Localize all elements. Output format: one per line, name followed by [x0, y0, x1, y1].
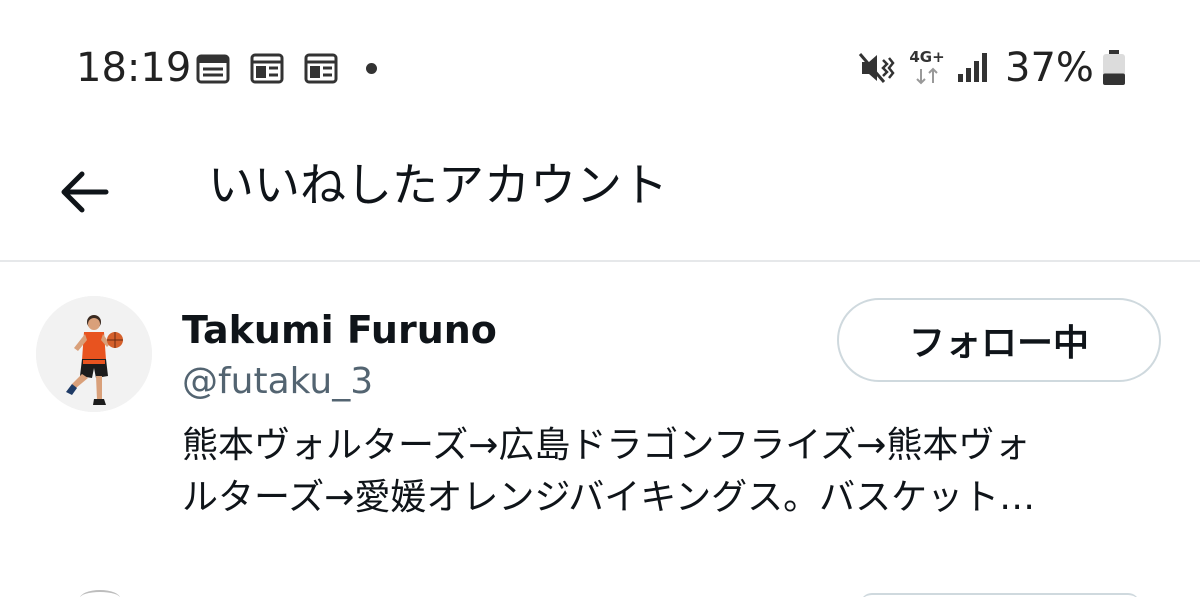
- network-type-label: 4G+: [909, 48, 945, 66]
- profile-bio: 熊本ヴォルターズ→広島ドラゴンフライズ→熊本ヴォ ルターズ→愛媛オレンジバイキン…: [182, 420, 1172, 524]
- network-type-indicator: 4G+: [908, 49, 946, 89]
- user-handle: @futaku_3: [182, 361, 374, 402]
- arrow-left-icon: [61, 171, 109, 213]
- status-time: 18:19: [76, 45, 192, 91]
- screen: 18:19 4G+ 37% いいねしたアカウント Takumi Furuno @…: [0, 0, 1200, 597]
- display-name[interactable]: Takumi Furuno: [182, 306, 497, 354]
- top-app-bar: いいねしたアカウント: [0, 130, 1200, 260]
- following-button[interactable]: フォロー中: [837, 298, 1161, 382]
- news-icon: [196, 54, 230, 84]
- page-title: いいねしたアカウント: [208, 158, 668, 212]
- next-avatar-peek: [80, 590, 120, 597]
- account-list-item[interactable]: Takumi Furuno @futaku_3 フォロー中 熊本ヴォルターズ→広…: [0, 262, 1200, 562]
- signal-strength-icon: [958, 53, 987, 82]
- status-bar: 18:19 4G+ 37%: [0, 0, 1200, 130]
- avatar[interactable]: [36, 296, 152, 412]
- data-transfer-icon: [916, 67, 938, 85]
- bio-line: ルターズ→愛媛オレンジバイキングス。バスケット…: [182, 477, 1036, 518]
- vibrate-mute-icon: [858, 53, 895, 83]
- back-button[interactable]: [44, 152, 124, 232]
- profile-photo: [36, 296, 152, 412]
- battery-icon: [1103, 50, 1125, 85]
- news-icon: [250, 53, 284, 84]
- more-notifications-dot: [366, 63, 377, 74]
- battery-percent: 37%: [1005, 45, 1094, 91]
- next-follow-button-peek: [860, 593, 1140, 597]
- bio-line: 熊本ヴォルターズ→広島ドラゴンフライズ→熊本ヴォ: [182, 425, 1031, 466]
- news-icon: [304, 53, 338, 84]
